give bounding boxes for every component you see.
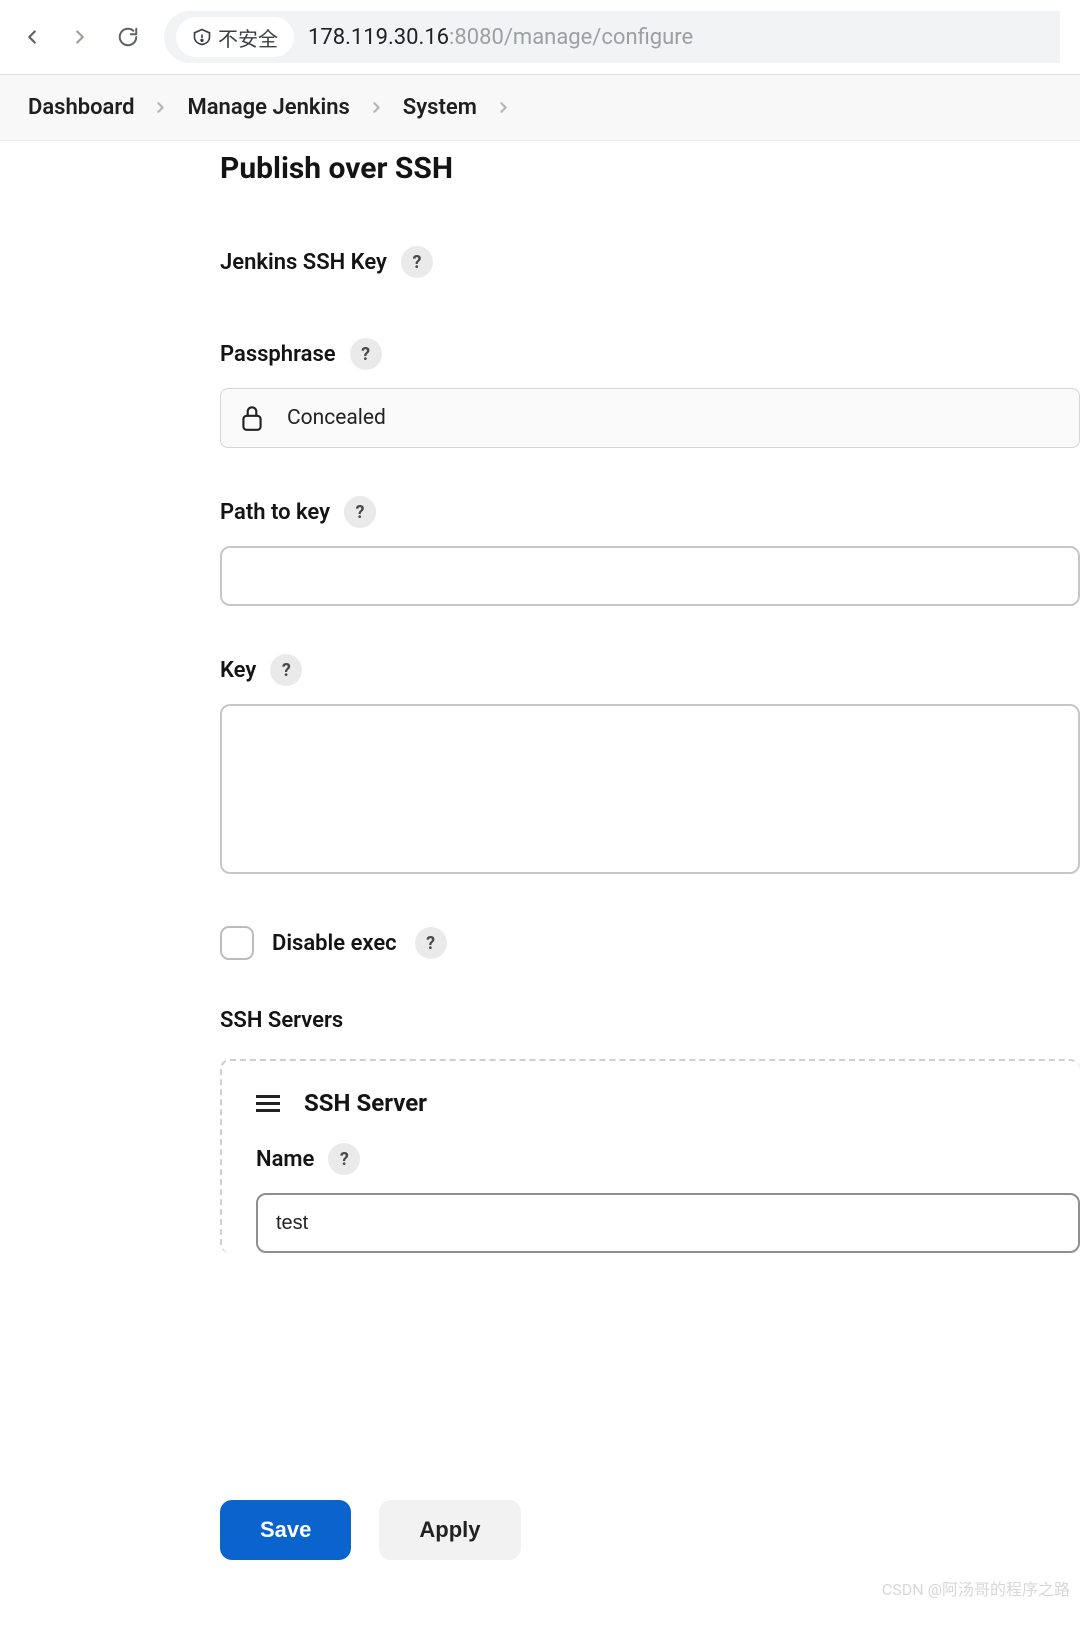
path-to-key-label: Path to key — [220, 500, 330, 525]
key-label: Key — [220, 658, 256, 683]
breadcrumb-system[interactable]: System — [403, 95, 477, 120]
passphrase-label: Passphrase — [220, 342, 336, 367]
content-area: Publish over SSH Jenkins SSH Key ? Passp… — [0, 141, 1080, 1253]
browser-back-button[interactable] — [20, 25, 44, 49]
security-chip[interactable]: 不安全 — [176, 17, 294, 57]
help-icon[interactable]: ? — [328, 1143, 360, 1175]
passphrase-concealed-text: Concealed — [287, 406, 386, 430]
passphrase-concealed-button[interactable]: Concealed — [220, 388, 1080, 448]
lock-icon — [239, 403, 265, 433]
help-icon[interactable]: ? — [401, 246, 433, 278]
section-title: Publish over SSH — [220, 151, 1080, 186]
drag-handle-icon[interactable] — [256, 1095, 280, 1112]
chevron-right-icon — [368, 99, 385, 116]
breadcrumb-manage-jenkins[interactable]: Manage Jenkins — [187, 95, 349, 120]
apply-button[interactable]: Apply — [379, 1500, 520, 1560]
browser-toolbar: 不安全 178.119.30.16:8080/manage/configure — [0, 0, 1080, 75]
disable-exec-label: Disable exec — [272, 931, 397, 956]
url-text: 178.119.30.16:8080/manage/configure — [308, 25, 693, 50]
ssh-servers-label: SSH Servers — [220, 1008, 1080, 1033]
breadcrumb-dashboard[interactable]: Dashboard — [28, 95, 134, 120]
help-icon[interactable]: ? — [344, 496, 376, 528]
server-name-input[interactable] — [256, 1193, 1080, 1253]
chevron-right-icon — [495, 99, 512, 116]
disable-exec-checkbox[interactable] — [220, 926, 254, 960]
save-button[interactable]: Save — [220, 1500, 351, 1560]
action-bar: Save Apply — [220, 1500, 521, 1560]
server-name-label: Name — [256, 1147, 314, 1172]
ssh-server-panel: SSH Server Name ? — [220, 1059, 1080, 1253]
ssh-server-title: SSH Server — [304, 1089, 427, 1117]
breadcrumb: Dashboard Manage Jenkins System — [0, 75, 1080, 141]
browser-forward-button[interactable] — [68, 25, 92, 49]
watermark: CSDN @阿汤哥的程序之路 — [882, 1576, 1070, 1600]
chevron-right-icon — [152, 99, 169, 116]
browser-reload-button[interactable] — [116, 25, 140, 49]
help-icon[interactable]: ? — [270, 654, 302, 686]
help-icon[interactable]: ? — [350, 338, 382, 370]
jenkins-ssh-key-label: Jenkins SSH Key — [220, 250, 387, 275]
key-textarea[interactable] — [220, 704, 1080, 874]
address-bar[interactable]: 不安全 178.119.30.16:8080/manage/configure — [164, 11, 1060, 63]
security-label: 不安全 — [218, 23, 278, 52]
path-to-key-input[interactable] — [220, 546, 1080, 606]
help-icon[interactable]: ? — [415, 927, 447, 959]
